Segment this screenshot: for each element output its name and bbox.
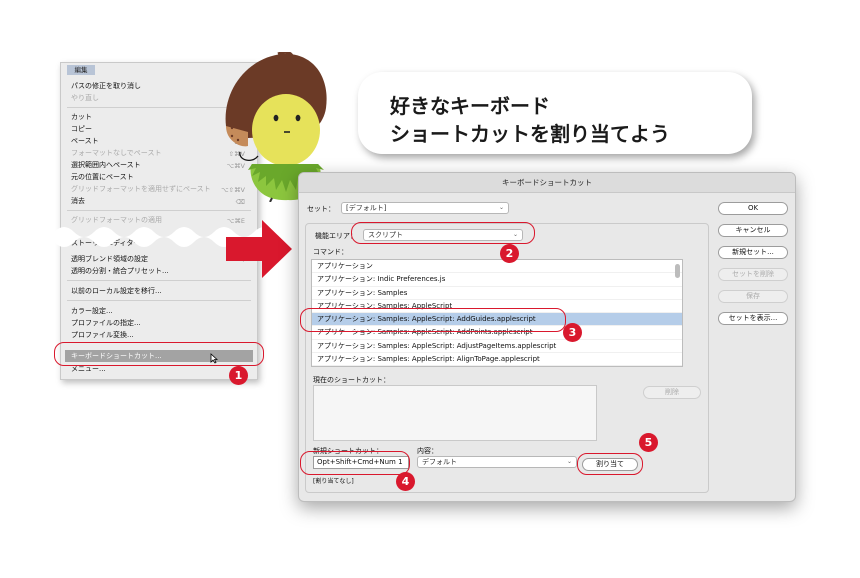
menu-item-assign-profiles[interactable]: プロファイルの指定... — [71, 319, 141, 328]
speech-bubble: 好きなキーボード ショートカットを割り当てよう — [358, 72, 752, 154]
bubble-line-2: ショートカットを割り当てよう — [390, 122, 670, 146]
delete-set-button[interactable]: セットを削除 — [718, 268, 788, 281]
list-item[interactable]: アプリケーション: Indic Preferences.js — [312, 273, 682, 287]
set-value: [デフォルト] — [346, 204, 387, 212]
highlight-oval-area — [351, 222, 535, 244]
list-item[interactable]: アプリケーション: Samples: AppleScript: AdjustPa… — [312, 340, 682, 354]
menu-item-menus[interactable]: メニュー... — [71, 365, 106, 374]
highlight-oval-field — [300, 451, 410, 475]
current-shortcuts-label: 現在のショートカット： — [313, 376, 390, 384]
menu-item-migrate-settings[interactable]: 以前のローカル設定を移行... — [71, 287, 162, 296]
menu-item-paste[interactable]: ペースト — [71, 137, 99, 146]
menu-item-convert-profile[interactable]: プロファイル変換... — [71, 331, 134, 340]
list-item[interactable]: アプリケーション: Samples: AppleScript: AlignToP… — [312, 353, 682, 366]
menu-separator — [67, 210, 251, 211]
commands-label: コマンド： — [313, 248, 348, 256]
bubble-line-1: 好きなキーボード — [390, 94, 550, 118]
chevron-down-icon: ⌄ — [566, 458, 572, 465]
arrow-right-icon — [226, 220, 292, 278]
menu-item-undo[interactable]: パスの修正を取り消し — [71, 82, 141, 91]
menu-item-copy[interactable]: コピー — [71, 125, 92, 134]
show-set-button[interactable]: セットを表示... — [718, 312, 788, 325]
status-text: [割り当てなし] — [313, 478, 354, 485]
menu-title: 編集 — [67, 65, 95, 75]
context-dropdown[interactable]: デフォルト ⌄ — [417, 456, 577, 468]
new-set-button[interactable]: 新規セット... — [718, 246, 788, 259]
menu-item-redo[interactable]: やり直し — [71, 94, 99, 103]
callout-number-1: 1 — [229, 366, 248, 385]
cancel-button[interactable]: キャンセル — [718, 224, 788, 237]
current-shortcuts-box[interactable] — [313, 385, 597, 441]
chevron-down-icon: ⌄ — [498, 204, 504, 211]
menu-separator — [67, 300, 251, 301]
dialog-title: キーボードショートカット — [299, 173, 795, 193]
menu-item-paste-no-grid[interactable]: グリッドフォーマットを適用せずにペースト — [71, 185, 211, 194]
set-label: セット： — [307, 205, 335, 213]
context-value: デフォルト — [422, 458, 457, 466]
menu-item-transparency-blend[interactable]: 透明ブレンド領域の設定 — [71, 255, 148, 264]
list-item[interactable]: アプリケーション — [312, 260, 682, 274]
context-label: 内容： — [417, 447, 438, 455]
menu-item-paste-unformatted[interactable]: フォーマットなしでペースト — [71, 149, 161, 158]
menu-item-color-settings[interactable]: カラー設定... — [71, 307, 113, 316]
delete-shortcut-button[interactable]: 削除 — [643, 386, 701, 399]
save-button[interactable]: 保存 — [718, 290, 788, 303]
callout-number-4: 4 — [396, 472, 415, 491]
list-scrollbar[interactable] — [675, 264, 680, 278]
menu-item-clear[interactable]: 消去 — [71, 197, 85, 206]
menu-item-paste-in-place[interactable]: 元の位置にペースト — [71, 173, 134, 182]
callout-number-3: 3 — [563, 323, 582, 342]
ok-button[interactable]: OK — [718, 202, 788, 215]
set-dropdown[interactable]: [デフォルト] ⌄ — [341, 202, 509, 214]
menu-item-flattener-presets[interactable]: 透明の分割・統合プリセット... — [71, 267, 169, 276]
callout-number-5: 5 — [639, 433, 658, 452]
callout-number-2: 2 — [500, 244, 519, 263]
highlight-oval-menu — [54, 342, 264, 366]
menu-separator — [67, 280, 251, 281]
menu-item-paste-into[interactable]: 選択範囲内へペースト — [71, 161, 141, 170]
highlight-oval-command — [300, 308, 566, 332]
highlight-oval-assign — [577, 453, 643, 475]
list-item[interactable]: アプリケーション: Samples — [312, 287, 682, 300]
menu-item-cut[interactable]: カット — [71, 113, 92, 122]
